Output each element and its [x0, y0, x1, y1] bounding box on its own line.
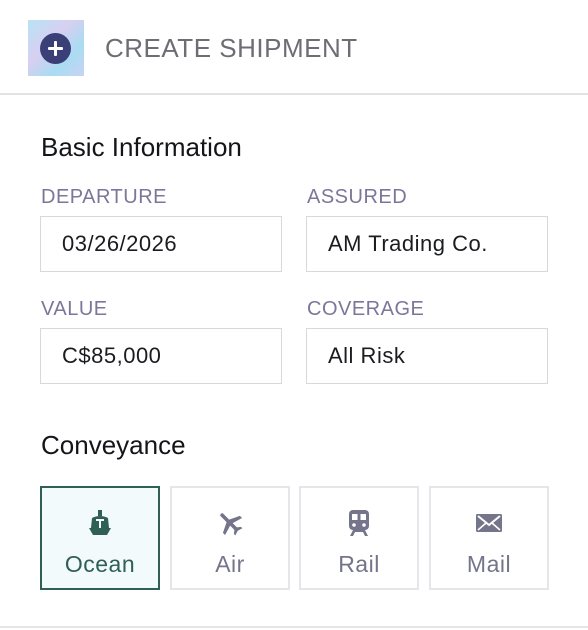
- assured-label: ASSURED: [307, 186, 408, 208]
- value-field[interactable]: C$85,000: [40, 328, 282, 384]
- departure-label: DEPARTURE: [41, 186, 168, 208]
- conveyance-label-ocean: Ocean: [64, 551, 136, 577]
- train-icon: [301, 508, 417, 538]
- value-label: VALUE: [41, 298, 108, 320]
- conveyance-option-mail[interactable]: Mail: [429, 486, 549, 590]
- coverage-field[interactable]: All Risk: [306, 328, 548, 384]
- assured-value: AM Trading Co.: [328, 231, 488, 256]
- ship-icon: [42, 508, 158, 538]
- conveyance-option-air[interactable]: Air: [170, 486, 290, 590]
- departure-value: 03/26/2026: [62, 231, 178, 256]
- coverage-label: COVERAGE: [307, 298, 425, 320]
- conveyance-label-air: Air: [215, 551, 245, 577]
- envelope-icon: [431, 508, 547, 538]
- value-amount: C$85,000: [62, 343, 162, 368]
- coverage-value: All Risk: [328, 343, 406, 368]
- basic-information-heading: Basic Information: [41, 132, 242, 162]
- plane-icon: [172, 508, 288, 538]
- page-title: CREATE SHIPMENT: [105, 33, 358, 63]
- plus-circle-icon: [40, 33, 71, 64]
- departure-field[interactable]: 03/26/2026: [40, 216, 282, 272]
- conveyance-option-rail[interactable]: Rail: [299, 486, 419, 590]
- assured-field[interactable]: AM Trading Co.: [306, 216, 548, 272]
- bottom-divider: [0, 626, 588, 628]
- conveyance-label-mail: Mail: [466, 551, 512, 577]
- panel-header: CREATE SHIPMENT: [0, 0, 588, 95]
- conveyance-option-ocean[interactable]: Ocean: [40, 486, 160, 590]
- conveyance-label-rail: Rail: [338, 551, 380, 577]
- header-icon-tile[interactable]: [28, 20, 84, 76]
- conveyance-heading: Conveyance: [41, 430, 186, 460]
- create-shipment-panel: CREATE SHIPMENT Basic Information DEPART…: [0, 0, 588, 630]
